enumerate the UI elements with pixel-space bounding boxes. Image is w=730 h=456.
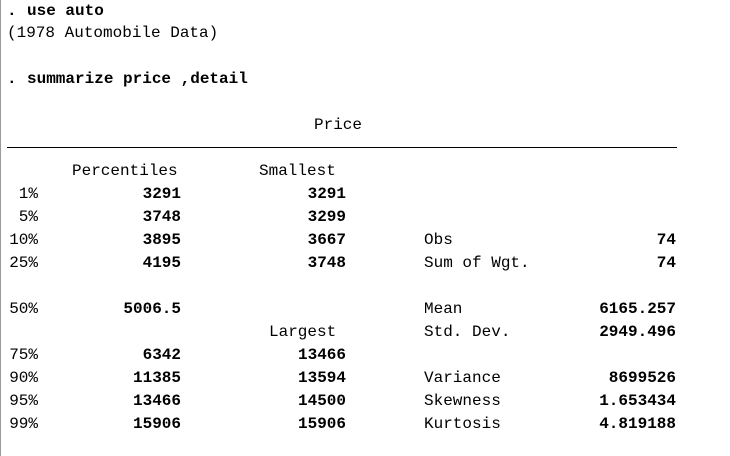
percentile-value: 6342 (142, 346, 181, 364)
largest-value: 14500 (297, 392, 346, 410)
percentile-value: 3291 (142, 185, 181, 203)
command-prompt: . (7, 2, 17, 20)
stat-label-skewness: Skewness (424, 392, 501, 410)
percentile-value: 11385 (132, 369, 181, 387)
stat-label-mean: Mean (424, 300, 463, 318)
stat-value-skewness: 1.653434 (599, 392, 676, 410)
percentiles-header: Percentiles (72, 162, 178, 180)
percent-label: 5% (18, 208, 38, 226)
stat-value-kurtosis: 4.819188 (599, 415, 676, 433)
percent-label: 1% (18, 185, 38, 203)
smallest-value: 3667 (307, 231, 346, 249)
stat-label-kurtosis: Kurtosis (424, 415, 501, 433)
percentile-value: 3748 (142, 208, 181, 226)
horizontal-rule (7, 147, 677, 148)
stat-label-sum-of-wgt: Sum of Wgt. (424, 254, 530, 272)
largest-value: 13466 (297, 346, 346, 364)
dataset-label: (1978 Automobile Data) (7, 24, 219, 42)
largest-value: 13594 (297, 369, 346, 387)
stat-value-obs: 74 (656, 231, 676, 249)
largest-header: Largest (269, 323, 337, 341)
percent-label: 10% (9, 231, 38, 249)
percentile-value: 3895 (142, 231, 181, 249)
largest-value: 15906 (297, 415, 346, 433)
smallest-value: 3299 (307, 208, 346, 226)
variable-title: Price (314, 116, 363, 134)
stat-value-variance: 8699526 (608, 369, 676, 387)
stat-value-mean: 6165.257 (599, 300, 676, 318)
smallest-header: Smallest (259, 162, 336, 180)
percentile-value: 5006.5 (123, 300, 181, 318)
percentile-value: 4195 (142, 254, 181, 272)
stat-value-std-dev: 2949.496 (599, 323, 676, 341)
stat-label-obs: Obs (424, 231, 453, 249)
percent-label: 90% (9, 369, 38, 387)
percent-label: 95% (9, 392, 38, 410)
percentile-value: 13466 (132, 392, 181, 410)
percentile-value: 15906 (132, 415, 181, 433)
command-prompt: . (7, 70, 17, 88)
percent-label: 25% (9, 254, 38, 272)
command-text: summarize price ,detail (27, 70, 248, 88)
smallest-value: 3748 (307, 254, 346, 272)
percent-label: 50% (9, 300, 38, 318)
stat-label-variance: Variance (424, 369, 501, 387)
percent-label: 75% (9, 346, 38, 364)
results-window: . use auto (1978 Automobile Data) . summ… (0, 0, 730, 456)
percent-label: 99% (9, 415, 38, 433)
stat-value-sum-of-wgt: 74 (656, 254, 676, 272)
stat-label-std-dev: Std. Dev. (424, 323, 511, 341)
command-text: use auto (27, 2, 104, 20)
smallest-value: 3291 (307, 185, 346, 203)
